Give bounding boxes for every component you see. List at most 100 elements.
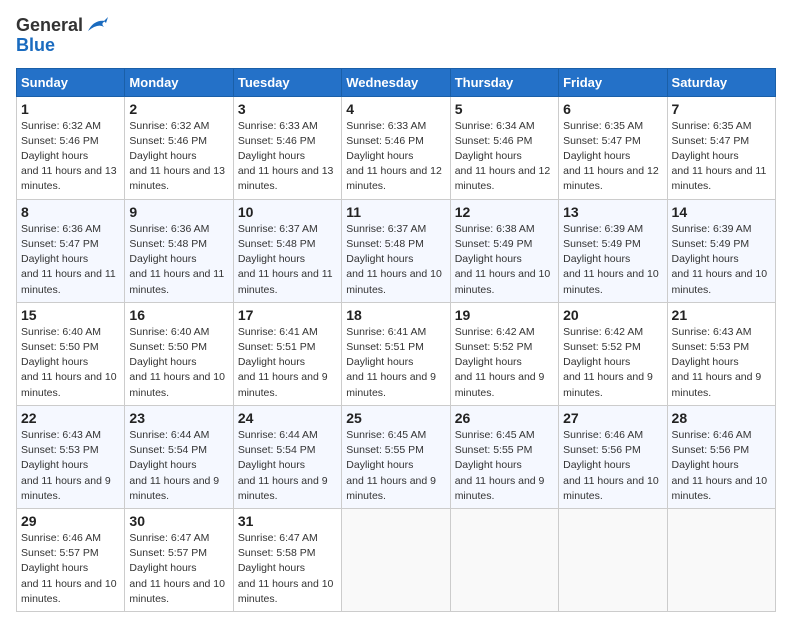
day-number: 4 (346, 101, 445, 117)
day-detail: Sunrise: 6:47 AMSunset: 5:57 PMDaylight … (129, 531, 228, 607)
calendar-day-cell: 19Sunrise: 6:42 AMSunset: 5:52 PMDayligh… (450, 302, 558, 405)
calendar-day-cell: 9 Sunrise: 6:36 AMSunset: 5:48 PMDaylight… (125, 199, 233, 302)
day-detail: Sunrise: 6:35 AMSunset: 5:47 PMDaylight … (563, 119, 662, 195)
day-detail: Sunrise: 6:38 AMSunset: 5:49 PMDaylight … (455, 222, 554, 298)
day-number: 7 (672, 101, 771, 117)
calendar-day-cell: 7 Sunrise: 6:35 AMSunset: 5:47 PMDaylight… (667, 96, 775, 199)
weekday-header-row: SundayMondayTuesdayWednesdayThursdayFrid… (17, 68, 776, 96)
day-detail: Sunrise: 6:44 AMSunset: 5:54 PMDaylight … (238, 428, 337, 504)
day-detail: Sunrise: 6:36 AMSunset: 5:47 PMDaylight … (21, 222, 120, 298)
day-detail: Sunrise: 6:43 AMSunset: 5:53 PMDaylight … (672, 325, 771, 401)
day-number: 1 (21, 101, 120, 117)
day-number: 10 (238, 204, 337, 220)
day-number: 2 (129, 101, 228, 117)
weekday-header: Monday (125, 68, 233, 96)
calendar-table: SundayMondayTuesdayWednesdayThursdayFrid… (16, 68, 776, 612)
day-number: 5 (455, 101, 554, 117)
day-number: 30 (129, 513, 228, 529)
calendar-day-cell: 18Sunrise: 6:41 AMSunset: 5:51 PMDayligh… (342, 302, 450, 405)
day-detail: Sunrise: 6:32 AMSunset: 5:46 PMDaylight … (129, 119, 228, 195)
calendar-week-row: 29 Sunrise: 6:46 AMSunset: 5:57 PMDayligh… (17, 508, 776, 611)
day-detail: Sunrise: 6:45 AMSunset: 5:55 PMDaylight … (455, 428, 554, 504)
weekday-header: Saturday (667, 68, 775, 96)
day-number: 14 (672, 204, 771, 220)
day-detail: Sunrise: 6:40 AMSunset: 5:50 PMDaylight … (21, 325, 120, 401)
day-detail: Sunrise: 6:37 AMSunset: 5:48 PMDaylight … (238, 222, 337, 298)
logo-bird-icon (86, 17, 108, 35)
weekday-header: Friday (559, 68, 667, 96)
day-detail: Sunrise: 6:40 AMSunset: 5:50 PMDaylight … (129, 325, 228, 401)
day-number: 22 (21, 410, 120, 426)
day-detail: Sunrise: 6:39 AMSunset: 5:49 PMDaylight … (563, 222, 662, 298)
day-number: 20 (563, 307, 662, 323)
day-number: 12 (455, 204, 554, 220)
day-number: 15 (21, 307, 120, 323)
logo-container: General Blue (16, 16, 108, 56)
calendar-day-cell: 15 Sunrise: 6:40 AMSunset: 5:50 PMDayligh… (17, 302, 125, 405)
calendar-day-cell: 13 Sunrise: 6:39 AMSunset: 5:49 PMDayligh… (559, 199, 667, 302)
day-number: 3 (238, 101, 337, 117)
calendar-day-cell: 24 Sunrise: 6:44 AMSunset: 5:54 PMDayligh… (233, 405, 341, 508)
day-number: 16 (129, 307, 228, 323)
calendar-day-cell: 5 Sunrise: 6:34 AMSunset: 5:46 PMDaylight… (450, 96, 558, 199)
weekday-header: Tuesday (233, 68, 341, 96)
calendar-day-cell: 8Sunrise: 6:36 AMSunset: 5:47 PMDaylight… (17, 199, 125, 302)
day-number: 26 (455, 410, 554, 426)
calendar-day-cell: 31 Sunrise: 6:47 AMSunset: 5:58 PMDayligh… (233, 508, 341, 611)
day-detail: Sunrise: 6:47 AMSunset: 5:58 PMDaylight … (238, 531, 337, 607)
calendar-day-cell: 25 Sunrise: 6:45 AMSunset: 5:55 PMDayligh… (342, 405, 450, 508)
day-detail: Sunrise: 6:37 AMSunset: 5:48 PMDaylight … (346, 222, 445, 298)
calendar-week-row: 22 Sunrise: 6:43 AMSunset: 5:53 PMDayligh… (17, 405, 776, 508)
calendar-day-cell: 10 Sunrise: 6:37 AMSunset: 5:48 PMDayligh… (233, 199, 341, 302)
day-detail: Sunrise: 6:41 AMSunset: 5:51 PMDaylight … (346, 325, 445, 401)
calendar-day-cell: 14 Sunrise: 6:39 AMSunset: 5:49 PMDayligh… (667, 199, 775, 302)
day-detail: Sunrise: 6:39 AMSunset: 5:49 PMDaylight … (672, 222, 771, 298)
weekday-header: Wednesday (342, 68, 450, 96)
day-number: 29 (21, 513, 120, 529)
day-number: 11 (346, 204, 445, 220)
header: General Blue (16, 16, 776, 56)
day-detail: Sunrise: 6:46 AMSunset: 5:57 PMDaylight … (21, 531, 120, 607)
day-number: 25 (346, 410, 445, 426)
day-number: 24 (238, 410, 337, 426)
day-detail: Sunrise: 6:35 AMSunset: 5:47 PMDaylight … (672, 119, 771, 195)
calendar-day-cell: 6 Sunrise: 6:35 AMSunset: 5:47 PMDaylight… (559, 96, 667, 199)
day-number: 6 (563, 101, 662, 117)
calendar-day-cell: 22 Sunrise: 6:43 AMSunset: 5:53 PMDayligh… (17, 405, 125, 508)
day-number: 21 (672, 307, 771, 323)
calendar-day-cell: 3Sunrise: 6:33 AMSunset: 5:46 PMDaylight… (233, 96, 341, 199)
day-detail: Sunrise: 6:42 AMSunset: 5:52 PMDaylight … (563, 325, 662, 401)
calendar-day-cell: 23 Sunrise: 6:44 AMSunset: 5:54 PMDayligh… (125, 405, 233, 508)
calendar-day-cell: 29 Sunrise: 6:46 AMSunset: 5:57 PMDayligh… (17, 508, 125, 611)
calendar-day-cell: 20 Sunrise: 6:42 AMSunset: 5:52 PMDayligh… (559, 302, 667, 405)
calendar-day-cell: 27 Sunrise: 6:46 AMSunset: 5:56 PMDayligh… (559, 405, 667, 508)
day-detail: Sunrise: 6:36 AMSunset: 5:48 PMDaylight … (129, 222, 228, 298)
calendar-day-cell: 4 Sunrise: 6:33 AMSunset: 5:46 PMDaylight… (342, 96, 450, 199)
day-detail: Sunrise: 6:45 AMSunset: 5:55 PMDaylight … (346, 428, 445, 504)
weekday-header: Thursday (450, 68, 558, 96)
calendar-day-cell: 30 Sunrise: 6:47 AMSunset: 5:57 PMDayligh… (125, 508, 233, 611)
day-detail: Sunrise: 6:34 AMSunset: 5:46 PMDaylight … (455, 119, 554, 195)
logo: General Blue (16, 16, 108, 56)
calendar-day-cell (559, 508, 667, 611)
day-number: 19 (455, 307, 554, 323)
calendar-day-cell: 1Sunrise: 6:32 AMSunset: 5:46 PMDaylight… (17, 96, 125, 199)
calendar-week-row: 15 Sunrise: 6:40 AMSunset: 5:50 PMDayligh… (17, 302, 776, 405)
day-detail: Sunrise: 6:44 AMSunset: 5:54 PMDaylight … (129, 428, 228, 504)
weekday-header: Sunday (17, 68, 125, 96)
calendar-week-row: 1 Sunrise: 6:32 AMSunset: 5:46 PMDaylight… (17, 96, 776, 199)
calendar-day-cell: 21 Sunrise: 6:43 AMSunset: 5:53 PMDayligh… (667, 302, 775, 405)
day-detail: Sunrise: 6:46 AMSunset: 5:56 PMDaylight … (563, 428, 662, 504)
day-detail: Sunrise: 6:43 AMSunset: 5:53 PMDaylight … (21, 428, 120, 504)
day-number: 27 (563, 410, 662, 426)
day-detail: Sunrise: 6:33 AMSunset: 5:46 PMDaylight … (346, 119, 445, 195)
day-number: 23 (129, 410, 228, 426)
day-number: 9 (129, 204, 228, 220)
calendar-day-cell: 12 Sunrise: 6:38 AMSunset: 5:49 PMDayligh… (450, 199, 558, 302)
day-number: 31 (238, 513, 337, 529)
day-detail: Sunrise: 6:46 AMSunset: 5:56 PMDaylight … (672, 428, 771, 504)
day-number: 13 (563, 204, 662, 220)
calendar-day-cell: 16 Sunrise: 6:40 AMSunset: 5:50 PMDayligh… (125, 302, 233, 405)
logo-blue: Blue (16, 36, 55, 56)
day-number: 28 (672, 410, 771, 426)
